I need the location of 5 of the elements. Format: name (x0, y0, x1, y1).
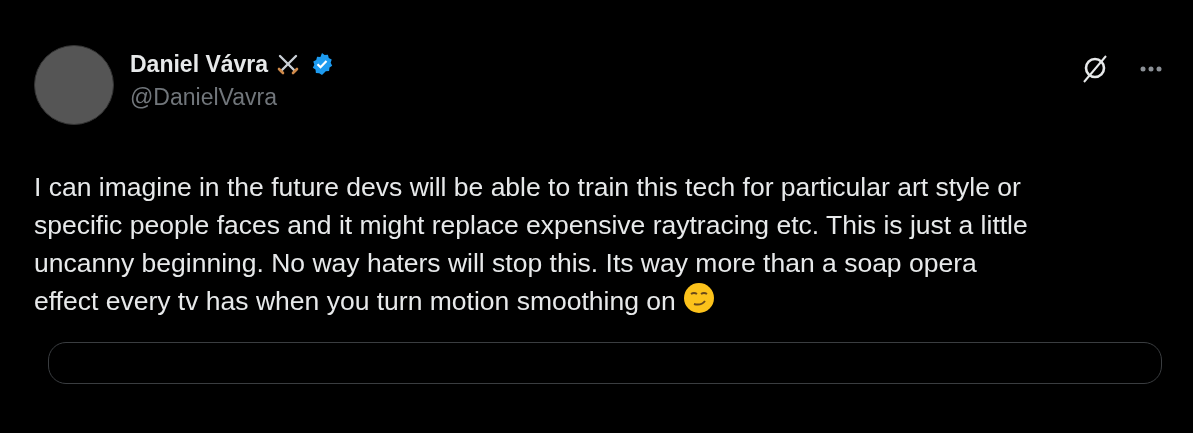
post-text: I can imagine in the future devs will be able to train this tech for particular art style or specific people faces and it might replace expensive raytracing etc. This is just a little uncanny beginning. No way haters will stop this. Its way more than a soap opera effect every tv has when you turn motion smoothing on (34, 171, 1029, 320)
author-name[interactable]: Daniel Vávra (130, 51, 269, 78)
slashed-circle-icon[interactable] (1081, 55, 1109, 83)
more-icon[interactable] (1139, 65, 1163, 73)
author-handle[interactable]: @DanielVavra (130, 84, 1081, 111)
